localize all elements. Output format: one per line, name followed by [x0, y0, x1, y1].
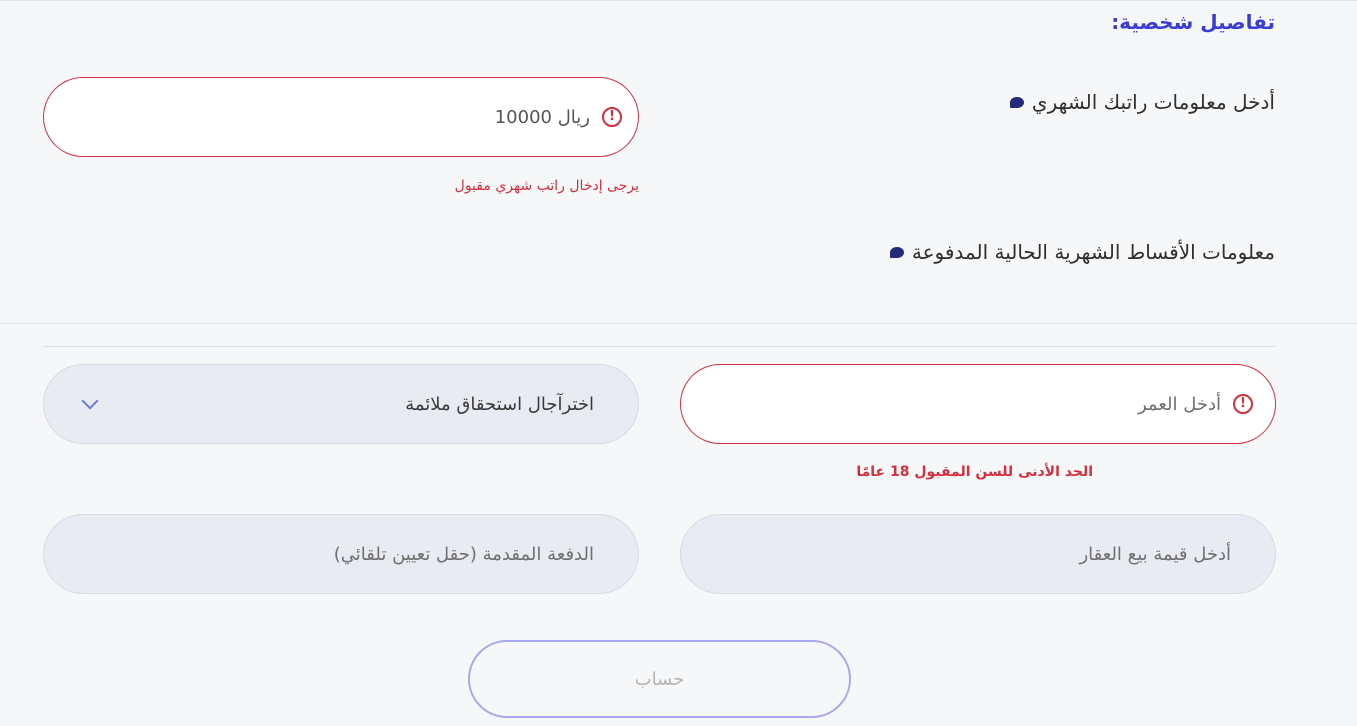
section-divider: [0, 323, 1357, 324]
installments-label: معلومات الأقساط الشهرية الحالية المدفوعة: [911, 240, 1275, 264]
error-icon: !: [1233, 394, 1253, 414]
salary-value: ريال 10000: [494, 106, 590, 128]
property-value-input[interactable]: أدخل قيمة بيع العقار: [680, 514, 1276, 594]
section-title: تفاصيل شخصية:: [1111, 10, 1275, 34]
age-placeholder: أدخل العمر: [1137, 393, 1221, 415]
property-placeholder: أدخل قيمة بيع العقار: [1079, 543, 1231, 565]
inner-divider: [43, 346, 1275, 347]
salary-label: أدخل معلومات راتبك الشهري: [1031, 90, 1275, 114]
salary-error: يرجى إدخال راتب شهري مقبول: [454, 178, 639, 194]
info-icon[interactable]: [889, 246, 904, 258]
eligibility-placeholder: اخترآجال استحقاق ملائمة: [405, 393, 594, 415]
error-icon: !: [602, 107, 622, 127]
salary-label-row: أدخل معلومات راتبك الشهري: [1009, 90, 1275, 114]
calculate-button[interactable]: حساب: [468, 640, 851, 718]
age-input[interactable]: ! أدخل العمر: [680, 364, 1276, 444]
chevron-down-icon: [81, 392, 99, 410]
salary-input[interactable]: ! ريال 10000: [43, 77, 639, 157]
eligibility-select[interactable]: اخترآجال استحقاق ملائمة: [43, 364, 639, 444]
down-payment-input[interactable]: الدفعة المقدمة (حقل تعيين تلقائي): [43, 514, 639, 594]
top-divider: [0, 0, 1357, 1]
installments-label-row: معلومات الأقساط الشهرية الحالية المدفوعة: [889, 240, 1275, 264]
down-payment-placeholder: الدفعة المقدمة (حقل تعيين تلقائي): [333, 543, 594, 565]
age-error: الحد الأدنى للسن المقبول 18 عامًا: [856, 464, 1093, 480]
info-icon[interactable]: [1009, 96, 1024, 108]
